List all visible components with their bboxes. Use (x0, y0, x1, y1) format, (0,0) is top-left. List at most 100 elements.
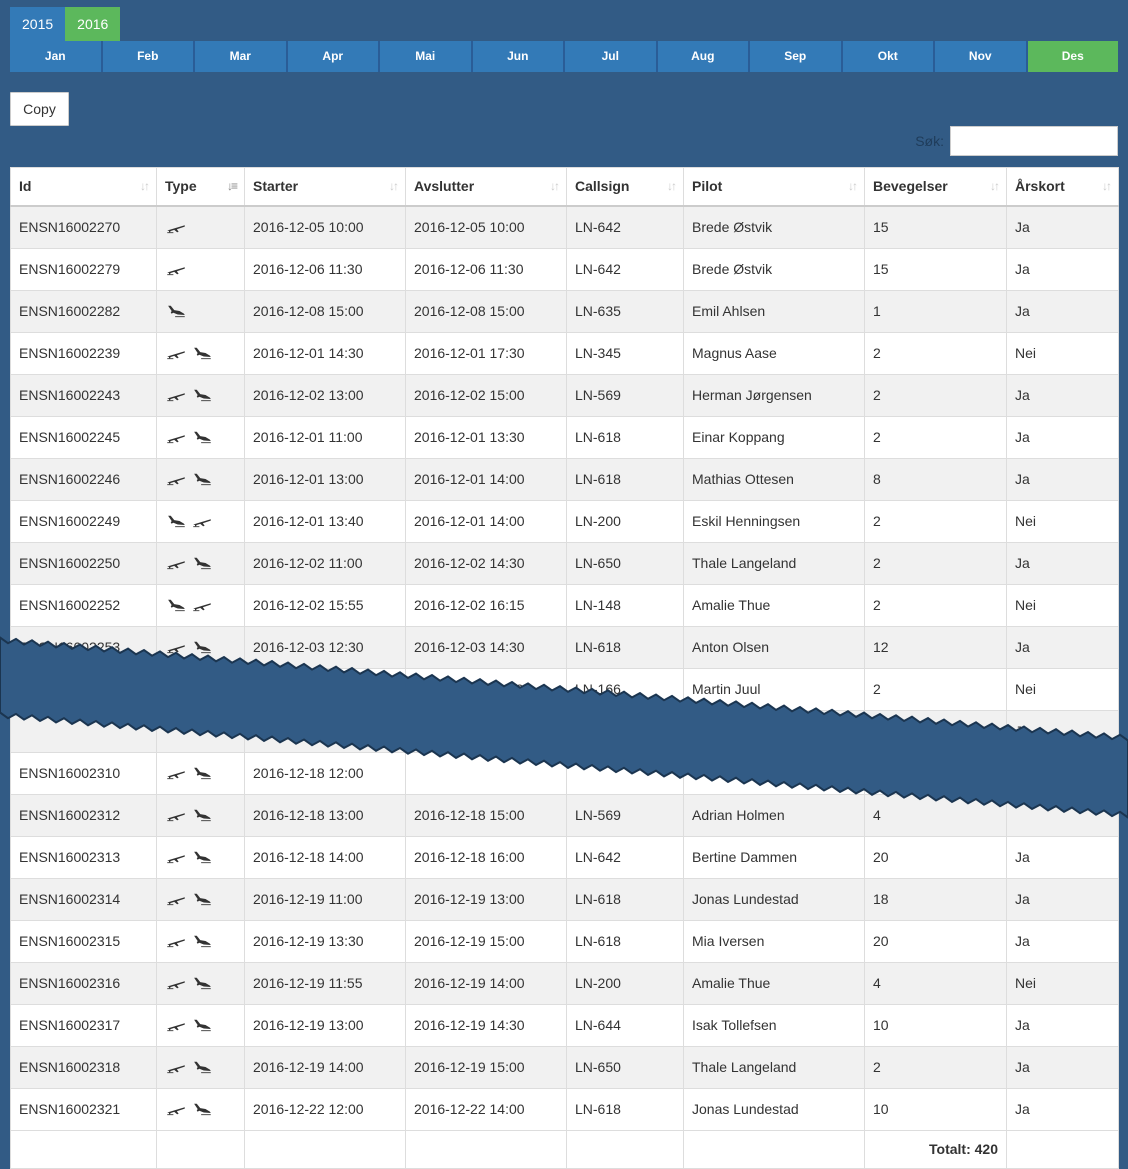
column-header[interactable]: Callsign ↓↑ (566, 167, 684, 207)
cell-callsign: LN-650 (566, 541, 684, 585)
cell-callsign: LN-650 (566, 1045, 684, 1089)
column-header-label: Pilot (692, 178, 723, 195)
table-row[interactable]: ENSN16002246 2016-12-01 13:00 2016-12-01 1… (10, 457, 1119, 501)
cell-callsign: LN-200 (566, 499, 684, 543)
type-icons (165, 501, 236, 541)
type-cell (156, 541, 245, 585)
sort-icon[interactable]: ↓↑ (140, 179, 150, 193)
month-tab[interactable]: Jun (472, 41, 563, 72)
cell-start (244, 667, 406, 711)
month-tab[interactable]: Aug (657, 41, 748, 72)
column-header[interactable]: Bevegelser ↓↑ (864, 167, 1007, 207)
cell-id: ENSN16002318 (10, 1045, 157, 1089)
sort-icon[interactable]: ↓↑ (667, 179, 677, 193)
cell-moves: 4 (864, 961, 1007, 1005)
month-tab[interactable]: Sep (750, 41, 841, 72)
column-header[interactable]: Pilot ↓↑ (683, 167, 865, 207)
table-row[interactable]: ENSN16002270 2016-12-05 10:00 2016-12-05 1… (10, 205, 1119, 249)
type-cell (156, 919, 245, 963)
table-row[interactable]: ENSN16002310 2016-12-18 12:00 (10, 751, 1119, 795)
cell-pilot: Mathias Ottesen (683, 457, 865, 501)
cell-moves: 20 (864, 835, 1007, 879)
month-tab[interactable]: Apr (287, 41, 378, 72)
table-row[interactable]: ENSN16002313 2016-12-18 14:00 2016-12-18 1… (10, 835, 1119, 879)
landing-icon (194, 935, 211, 948)
footer-cell (244, 1129, 406, 1169)
cell-callsign: LN-200 (566, 961, 684, 1005)
type-cell (156, 751, 245, 795)
type-cell (156, 247, 245, 291)
takeoff-icon (167, 771, 185, 780)
type-cell (156, 583, 245, 627)
copy-button[interactable]: Copy (10, 92, 69, 126)
sort-icon[interactable]: ↓↑ (1102, 179, 1112, 193)
table-header-row: Id ↓↑ Type ↓≡ Starter ↓↑ Avslutter ↓↑ Callsign ↓↑… (10, 167, 1119, 207)
cell-moves: 10 (864, 1087, 1007, 1131)
column-header[interactable]: Avslutter ↓↑ (405, 167, 567, 207)
month-tab[interactable]: Jan (10, 41, 101, 72)
takeoff-icon (193, 603, 211, 612)
cell-moves (864, 709, 1007, 753)
column-header[interactable]: Årskort ↓↑ (1006, 167, 1119, 207)
column-header[interactable]: Starter ↓↑ (244, 167, 406, 207)
cell-id: ENSN16002270 (10, 205, 157, 249)
cell-card: Ja (1006, 835, 1119, 879)
search-box: Søk: (915, 126, 1118, 156)
month-tab[interactable]: Mai (380, 41, 471, 72)
takeoff-icon (167, 267, 185, 276)
cell-start: 2016-12-18 14:00 (244, 835, 406, 879)
cell-id (10, 667, 157, 711)
year-tab[interactable]: 2015 (10, 7, 66, 41)
landing-icon (168, 305, 185, 318)
column-header-label: Avslutter (414, 178, 475, 195)
sort-icon[interactable]: ↓↑ (848, 179, 858, 193)
table-row[interactable]: ENSN16002252 2016-12-02 15:55 2016-12-02 1… (10, 583, 1119, 627)
month-tab[interactable]: Nov (935, 41, 1026, 72)
cell-moves: 1 (864, 289, 1007, 333)
month-tab[interactable]: Feb (102, 41, 193, 72)
table-row[interactable]: ENSN16002282 2016-12-08 15:00 2016-12-08 1… (10, 289, 1119, 333)
cell-id: ENSN16002321 (10, 1087, 157, 1131)
table-row[interactable]: ENSN16002314 2016-12-19 11:00 2016-12-19 1… (10, 877, 1119, 921)
cell-id: ENSN16002253 (10, 625, 157, 669)
table-row[interactable]: Ja (10, 709, 1119, 753)
sort-icon[interactable]: ↓↑ (990, 179, 1000, 193)
column-header[interactable]: Id ↓↑ (10, 167, 157, 207)
month-tab[interactable]: Des (1027, 41, 1118, 72)
table-row[interactable]: ENSN16002249 2016-12-01 13:40 2016-12-01 1… (10, 499, 1119, 543)
table-row[interactable]: ENSN16002239 2016-12-01 14:30 2016-12-01 1… (10, 331, 1119, 375)
cell-start: 2016-12-03 12:30 (244, 625, 406, 669)
table-row[interactable]: ENSN16002250 2016-12-02 11:00 2016-12-02 1… (10, 541, 1119, 585)
search-input[interactable] (950, 126, 1118, 156)
table-row[interactable]: ENSN16002312 2016-12-18 13:00 2016-12-18 1… (10, 793, 1119, 837)
cell-card: Ja (1006, 205, 1119, 249)
type-icons (165, 417, 236, 457)
table-row[interactable]: ENSN16002243 2016-12-02 13:00 2016-12-02 1… (10, 373, 1119, 417)
table-row[interactable]: ENSN16002316 2016-12-19 11:55 2016-12-19 1… (10, 961, 1119, 1005)
month-tab[interactable]: Jul (565, 41, 656, 72)
cell-id: ENSN16002245 (10, 415, 157, 459)
month-tab[interactable]: Okt (842, 41, 933, 72)
cell-moves: 2 (864, 373, 1007, 417)
table-row[interactable]: ENSN16002279 2016-12-06 11:30 2016-12-06 1… (10, 247, 1119, 291)
table-row[interactable]: ENSN16002253 2016-12-03 12:30 2016-12-03 1… (10, 625, 1119, 669)
table-row[interactable]: 2016-12-03 11:00 LN-166 Martin Juul 2 Nei (10, 667, 1119, 711)
year-tab[interactable]: 2016 (65, 7, 121, 41)
column-header[interactable]: Type ↓≡ (156, 167, 245, 207)
takeoff-icon (167, 561, 185, 570)
table-row[interactable]: ENSN16002317 2016-12-19 13:00 2016-12-19 1… (10, 1003, 1119, 1047)
cell-end: 2016-12-01 14:00 (405, 499, 567, 543)
table-row[interactable]: ENSN16002321 2016-12-22 12:00 2016-12-22 1… (10, 1087, 1119, 1131)
sort-icon[interactable]: ↓↑ (550, 179, 560, 193)
cell-moves: 8 (864, 457, 1007, 501)
sort-icon[interactable]: ↓↑ (389, 179, 399, 193)
cell-moves: 20 (864, 919, 1007, 963)
table-row[interactable]: ENSN16002315 2016-12-19 13:30 2016-12-19 1… (10, 919, 1119, 963)
table-row[interactable]: ENSN16002318 2016-12-19 14:00 2016-12-19 1… (10, 1045, 1119, 1089)
takeoff-icon (167, 645, 185, 654)
table-row[interactable]: ENSN16002245 2016-12-01 11:00 2016-12-01 1… (10, 415, 1119, 459)
footer-cell (683, 1129, 865, 1169)
month-tab[interactable]: Mar (195, 41, 286, 72)
sort-ascending-icon[interactable]: ↓≡ (227, 179, 238, 193)
cell-callsign: LN-345 (566, 331, 684, 375)
